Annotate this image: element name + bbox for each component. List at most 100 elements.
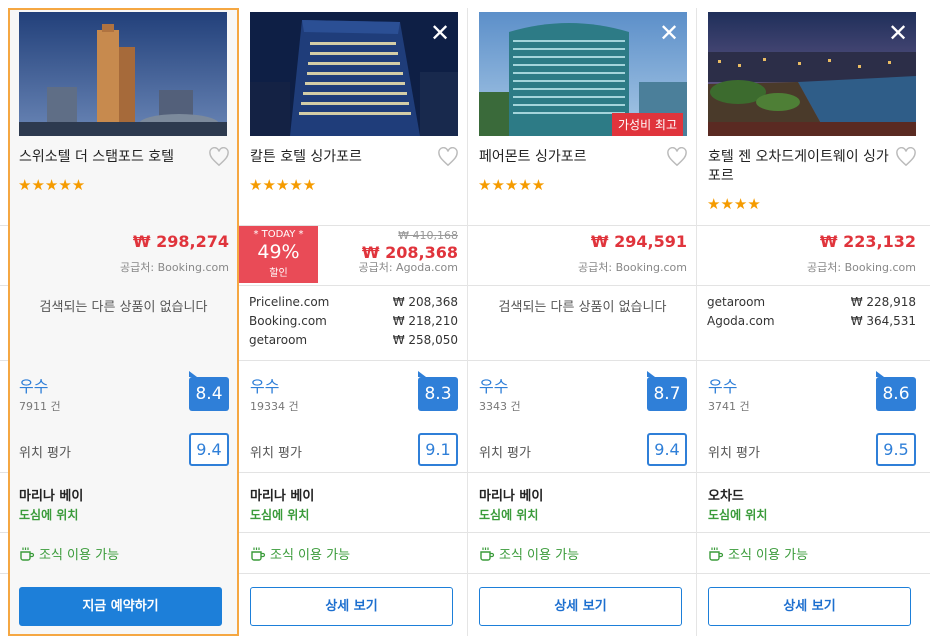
price-block[interactable]: ₩ 223,132 공급처: Booking.com	[697, 226, 926, 285]
area-name: 오차드	[708, 489, 744, 504]
book-now-button[interactable]: 지금 예약하기	[19, 587, 222, 626]
close-icon[interactable]: ✕	[657, 21, 681, 46]
price-block[interactable]: ₩ 294,591 공급처: Booking.com	[468, 226, 697, 285]
review-score: 8.6	[876, 371, 916, 411]
view-details-button[interactable]: 상세 보기	[250, 587, 453, 626]
price-block[interactable]: ₩ 298,274 공급처: Booking.com	[8, 226, 239, 285]
heart-icon[interactable]	[666, 147, 688, 167]
area-note: 도심에 위치	[479, 508, 539, 522]
area-name: 마리나 베이	[19, 489, 84, 504]
breakfast-info: 조식 이용 가능	[239, 533, 468, 573]
review-score: 8.3	[418, 371, 458, 411]
star-rating: ★★★★	[707, 195, 761, 213]
review-score: 8.7	[647, 371, 687, 411]
location-rating: 위치 평가 9.1	[239, 428, 468, 473]
hotel-name[interactable]: 페어몬트 싱가포르	[479, 148, 665, 167]
view-details-button[interactable]: 상세 보기	[479, 587, 682, 626]
offer-site: Priceline.com	[249, 295, 330, 309]
location-score: 9.5	[876, 433, 916, 466]
location-rating: 위치 평가 9.4	[8, 428, 239, 473]
supplier: 공급처: Booking.com	[120, 261, 229, 274]
heart-icon[interactable]	[895, 147, 917, 167]
hotel-card[interactable]: ✕ 칼튼 호텔 싱가포르 ★★★★★ * TODAY * 49% 할인 ₩ 41…	[239, 0, 468, 644]
location-score: 9.1	[418, 433, 458, 466]
rating-grade: 우수	[708, 377, 738, 396]
price[interactable]: ₩ 294,591	[591, 232, 687, 251]
rating-grade: 우수	[479, 377, 509, 396]
hotel-card[interactable]: ✕ 가성비 최고 페어몬트 싱가포르 ★★★★★ ₩ 294,591 공급처: …	[468, 0, 697, 644]
coffee-cup-icon	[480, 547, 495, 561]
discount-percent: 49%	[257, 241, 300, 263]
area-name: 마리나 베이	[250, 489, 315, 504]
location-label: 위치 평가	[479, 446, 531, 461]
offer-site: getaroom	[249, 333, 308, 347]
location-score: 9.4	[189, 433, 229, 466]
heart-icon[interactable]	[208, 147, 230, 167]
area-name: 마리나 베이	[479, 489, 544, 504]
hotel-photo[interactable]	[19, 12, 227, 136]
view-details-button[interactable]: 상세 보기	[708, 587, 911, 626]
today-label: * TODAY *	[253, 229, 304, 240]
other-offers: getaroom ₩ 228,918 Agoda.com ₩ 364,531	[697, 286, 926, 360]
offer-row[interactable]: Booking.com ₩ 218,210	[249, 314, 458, 333]
supplier: 공급처: Booking.com	[807, 261, 916, 274]
hotel-photo[interactable]: ✕	[708, 12, 916, 136]
price[interactable]: ₩ 223,132	[820, 232, 916, 251]
area-info: 오차드 도심에 위치	[697, 474, 926, 532]
star-rating: ★★★★★	[18, 176, 86, 194]
offer-amount: ₩ 364,531	[850, 314, 916, 328]
close-icon[interactable]: ✕	[428, 21, 452, 46]
location-label: 위치 평가	[19, 446, 71, 461]
heart-icon[interactable]	[437, 147, 459, 167]
price-block[interactable]: * TODAY * 49% 할인 ₩ 410,168 ₩ 208,368 공급처…	[239, 226, 468, 285]
review-score: 8.4	[189, 371, 229, 411]
area-info: 마리나 베이 도심에 위치	[8, 474, 239, 532]
offer-site: getaroom	[707, 295, 766, 309]
coffee-cup-icon	[709, 547, 724, 561]
location-rating: 위치 평가 9.5	[697, 428, 926, 473]
breakfast-label: 조식 이용 가능	[728, 548, 809, 563]
hotel-photo[interactable]: ✕ 가성비 최고	[479, 12, 687, 136]
review-rating[interactable]: 우수 3741 건 8.6	[697, 361, 926, 427]
hotel-name[interactable]: 호텔 젠 오차드게이트웨이 싱가포르	[708, 148, 894, 186]
offer-row[interactable]: Agoda.com ₩ 364,531	[707, 314, 916, 333]
supplier: 공급처: Booking.com	[578, 261, 687, 274]
close-icon[interactable]: ✕	[886, 21, 910, 46]
review-count: 3741 건	[708, 400, 750, 413]
area-info: 마리나 베이 도심에 위치	[468, 474, 697, 532]
no-offers-text: 검색되는 다른 상품이 없습니다	[39, 300, 208, 315]
breakfast-label: 조식 이용 가능	[270, 548, 351, 563]
offer-row[interactable]: Priceline.com ₩ 208,368	[249, 295, 458, 314]
location-label: 위치 평가	[708, 446, 760, 461]
location-label: 위치 평가	[250, 446, 302, 461]
breakfast-info: 조식 이용 가능	[468, 533, 697, 573]
best-value-tag: 가성비 최고	[611, 113, 683, 136]
review-count: 3343 건	[479, 400, 521, 413]
area-note: 도심에 위치	[250, 508, 310, 522]
offer-amount: ₩ 208,368	[392, 295, 458, 309]
review-rating[interactable]: 우수 7911 건 8.4	[8, 361, 239, 427]
hotel-card[interactable]: ✕ 호텔 젠 오차드게이트웨이 싱가포르 ★★★★ ₩ 223,132 공급처:…	[697, 0, 926, 644]
area-note: 도심에 위치	[19, 508, 79, 522]
hotel-comparison-grid: 스위소텔 더 스탬포드 호텔 ★★★★★ ₩ 298,274 공급처: Book…	[0, 0, 930, 644]
original-price: ₩ 410,168	[398, 229, 458, 242]
hotel-name[interactable]: 칼튼 호텔 싱가포르	[250, 148, 436, 167]
hotel-photo[interactable]: ✕	[250, 12, 458, 136]
review-rating[interactable]: 우수 19334 건 8.3	[239, 361, 468, 427]
price[interactable]: ₩ 298,274	[133, 232, 229, 251]
review-rating[interactable]: 우수 3343 건 8.7	[468, 361, 697, 427]
coffee-cup-icon	[251, 547, 266, 561]
discount-suffix: 할인	[269, 268, 288, 279]
hotel-card[interactable]: 스위소텔 더 스탬포드 호텔 ★★★★★ ₩ 298,274 공급처: Book…	[8, 0, 239, 644]
offer-site: Agoda.com	[707, 314, 775, 328]
no-offers-text: 검색되는 다른 상품이 없습니다	[498, 300, 667, 315]
hotel-name[interactable]: 스위소텔 더 스탬포드 호텔	[19, 148, 205, 167]
rating-grade: 우수	[250, 377, 280, 396]
other-offers: 검색되는 다른 상품이 없습니다	[468, 286, 697, 360]
offer-row[interactable]: getaroom ₩ 258,050	[249, 333, 458, 352]
offer-row[interactable]: getaroom ₩ 228,918	[707, 295, 916, 314]
today-discount-badge: * TODAY * 49% 할인	[239, 226, 318, 283]
area-info: 마리나 베이 도심에 위치	[239, 474, 468, 532]
offer-amount: ₩ 228,918	[850, 295, 916, 309]
breakfast-label: 조식 이용 가능	[39, 548, 120, 563]
